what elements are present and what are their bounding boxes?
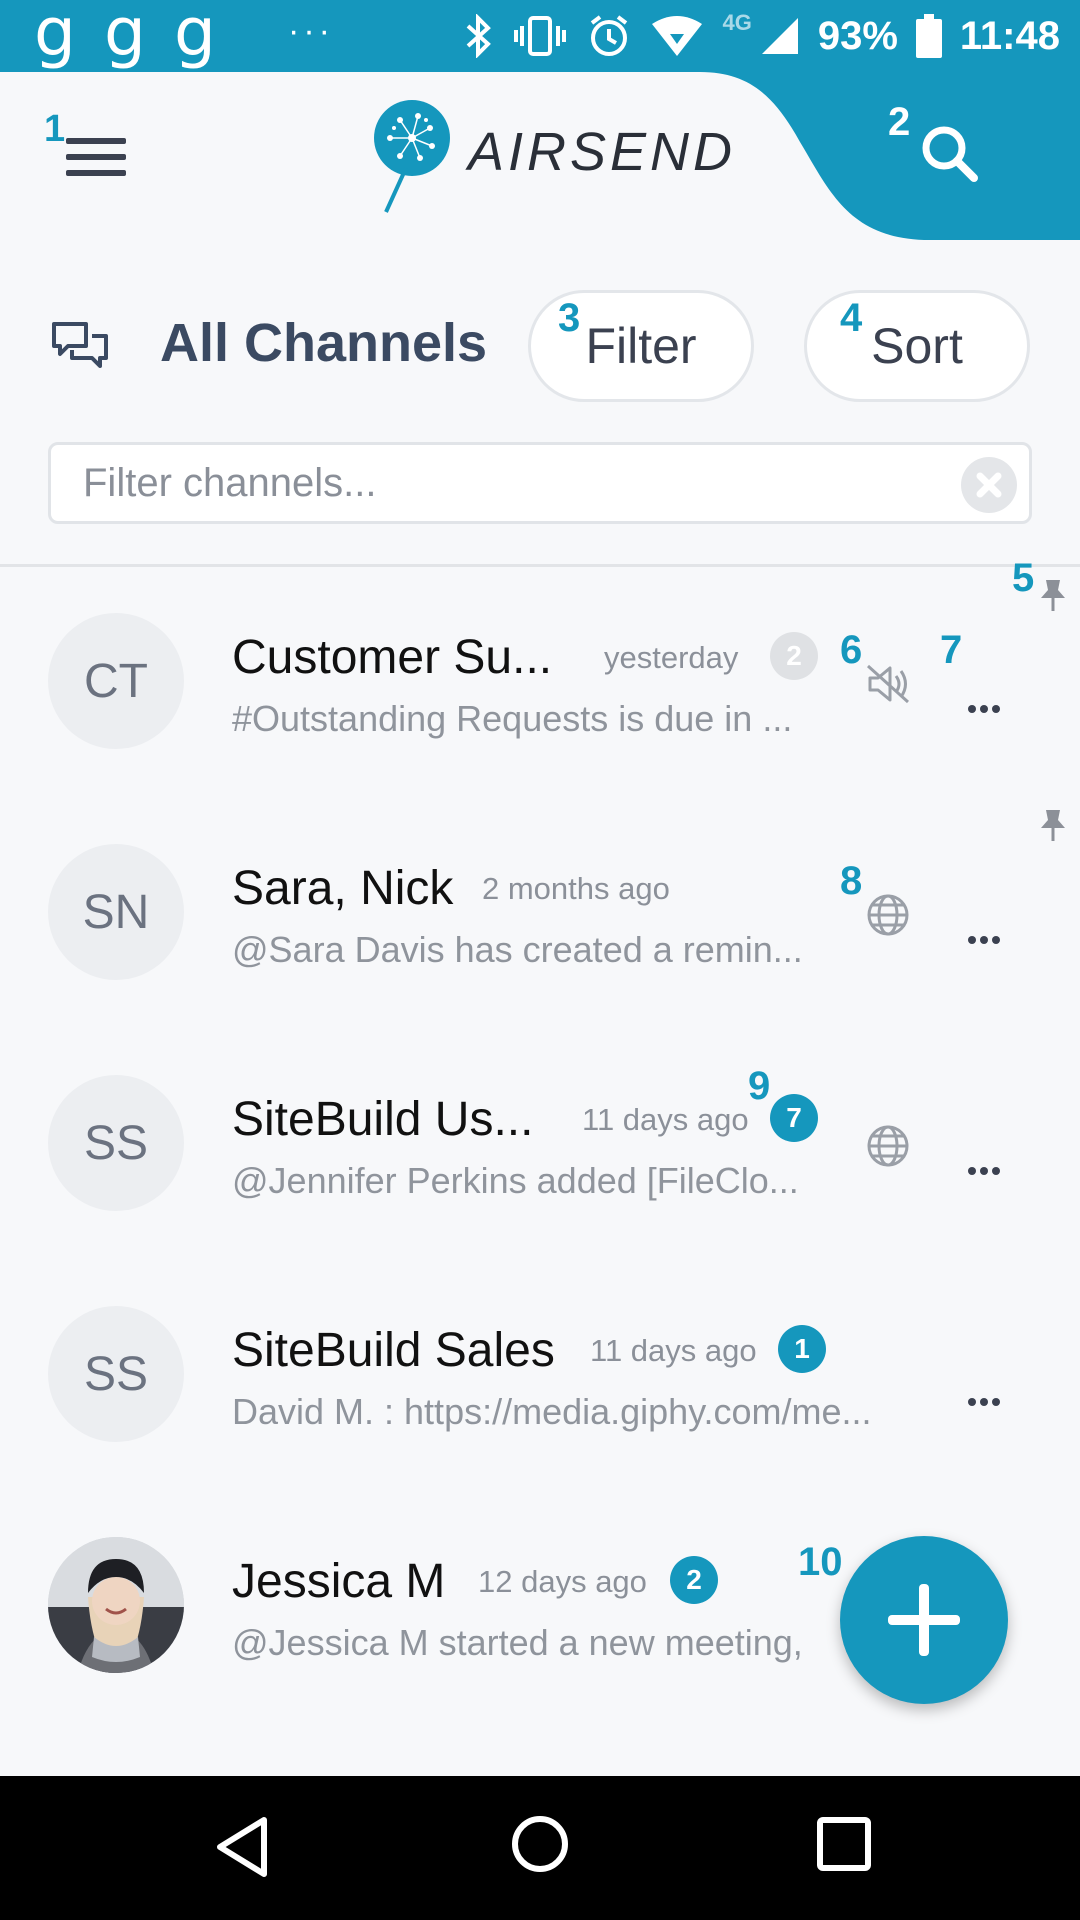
system-nav-bar	[0, 1776, 1080, 1920]
unread-badge: 2	[670, 1556, 718, 1604]
annotation-label: 3	[558, 296, 581, 340]
battery-percentage: 93%	[817, 13, 898, 58]
battery-icon	[915, 14, 942, 58]
channel-row[interactable]: SN Sara, Nick 2 months ago @Sara Davis h…	[0, 797, 1080, 1027]
annotation-label: 1	[44, 108, 66, 150]
globe-icon	[867, 894, 909, 936]
channel-row[interactable]: SS SiteBuild Sales 11 days ago 1 David M…	[0, 1259, 1080, 1489]
muted-icon	[866, 664, 910, 704]
menu-button[interactable]	[66, 136, 126, 180]
more-notifications-indicator: ···	[288, 12, 334, 50]
channel-name: SiteBuild Sales	[232, 1324, 555, 1377]
close-icon	[976, 472, 1002, 498]
sort-label: Sort	[871, 318, 963, 374]
filter-label: Filter	[585, 318, 697, 374]
dandelion-logo-icon	[374, 100, 450, 213]
avatar: SS	[48, 1075, 184, 1211]
channel-time: 11 days ago	[590, 1333, 757, 1368]
annotation-label: 8	[840, 859, 863, 903]
channel-preview: @Jennifer Perkins added [FileClo...	[232, 1160, 799, 1201]
wifi-icon	[652, 16, 703, 56]
channel-time: 2 months ago	[482, 871, 670, 906]
annotation-label: 10	[798, 1540, 843, 1584]
filter-channels-input[interactable]	[51, 445, 951, 521]
annotation-label: 4	[840, 296, 863, 340]
app-name: AIRSEND	[468, 122, 737, 182]
notification-icon: g	[34, 0, 76, 71]
channel-time: 11 days ago	[582, 1102, 749, 1137]
app-header: 1 AIRSEND 2	[0, 72, 1080, 240]
channel-preview: @Jessica M started a new meeting,	[232, 1622, 803, 1663]
bluetooth-icon	[467, 14, 492, 58]
channel-time: 12 days ago	[478, 1564, 647, 1599]
annotation-label: 2	[888, 100, 911, 144]
chat-bubbles-icon	[52, 322, 108, 368]
channel-preview: @Sara Davis has created a remin...	[232, 929, 803, 970]
back-icon[interactable]	[212, 1814, 272, 1880]
more-options-button[interactable]	[968, 1371, 1004, 1416]
unread-badge: 1	[778, 1325, 826, 1373]
more-options-button[interactable]	[968, 1140, 1004, 1185]
annotation-label: 7	[940, 628, 963, 672]
channel-preview: David M. : https://media.giphy.com/me...	[232, 1391, 872, 1432]
channel-name: SiteBuild Us...	[232, 1093, 534, 1146]
notification-icon: g	[174, 0, 216, 71]
avatar: CT	[48, 613, 184, 749]
annotation-label: 9	[748, 1064, 771, 1108]
more-options-button[interactable]	[968, 909, 1004, 954]
avatar: SN	[48, 844, 184, 980]
channel-name: Customer Su...	[232, 631, 553, 684]
add-channel-button[interactable]	[840, 1536, 1008, 1704]
channel-name: Jessica M	[232, 1555, 446, 1608]
filter-channels-box	[48, 442, 1032, 524]
page-title: All Channels	[160, 313, 488, 373]
unread-badge: 2	[770, 632, 818, 680]
channel-row[interactable]: SS SiteBuild Us... 11 days ago 9 7 @Jenn…	[0, 1028, 1080, 1258]
avatar: SS	[48, 1306, 184, 1442]
more-options-button[interactable]	[968, 678, 1004, 723]
vibrate-icon	[514, 16, 567, 56]
alarm-icon	[591, 15, 628, 56]
notification-icon: g	[104, 0, 146, 71]
home-icon[interactable]	[510, 1814, 570, 1874]
unread-badge: 7	[770, 1094, 818, 1142]
channel-time: yesterday	[604, 640, 739, 675]
channel-row[interactable]: CT Customer Su... yesterday 2 #Outstandi…	[0, 566, 1080, 796]
network-type: 4G	[722, 10, 752, 35]
app-logo: AIRSEND	[370, 98, 736, 214]
channel-name: Sara, Nick	[232, 862, 454, 915]
recents-icon[interactable]	[816, 1816, 872, 1872]
avatar	[48, 1537, 184, 1673]
globe-icon	[867, 1125, 909, 1167]
search-icon[interactable]	[918, 122, 982, 186]
sort-button[interactable]: Sort	[804, 290, 1030, 402]
channel-preview: #Outstanding Requests is due in ...	[232, 698, 793, 739]
clear-search-button[interactable]	[961, 457, 1017, 513]
status-bar: g g g ··· 4G 93% 11:48	[0, 0, 1080, 72]
annotation-label: 6	[840, 628, 863, 672]
signal-icon	[761, 18, 798, 54]
clock: 11:48	[959, 13, 1060, 58]
user-photo	[48, 1537, 184, 1673]
